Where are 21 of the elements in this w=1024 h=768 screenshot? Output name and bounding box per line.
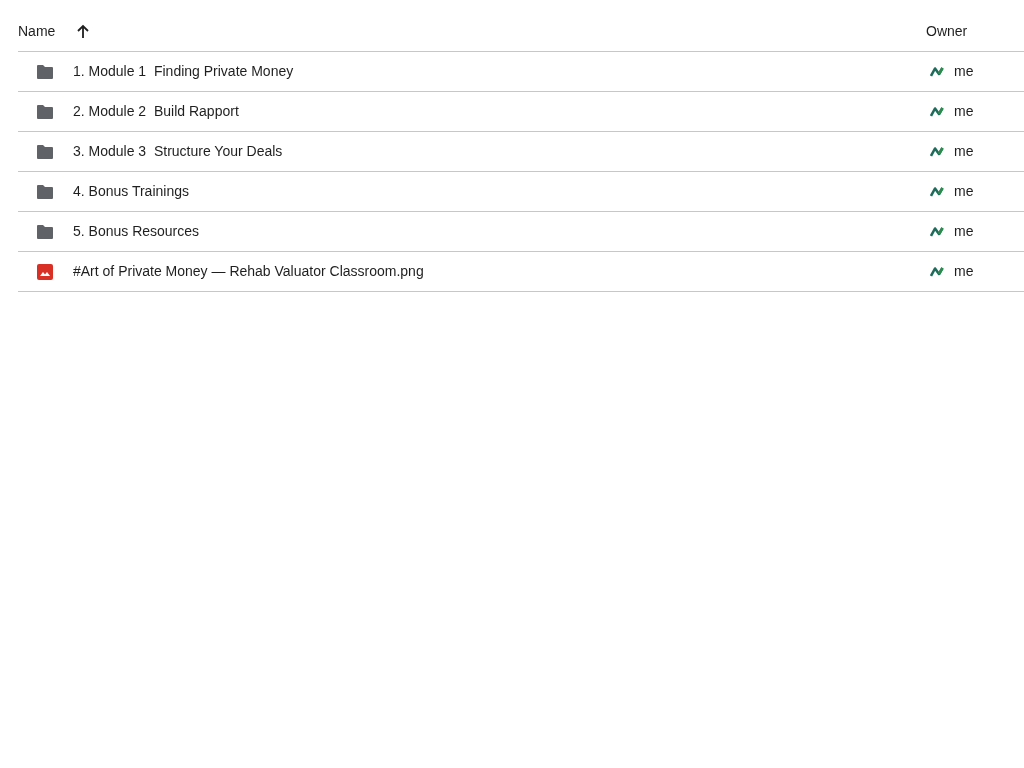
column-header[interactable]: Owner <box>926 21 968 42</box>
owner-avatar-icon <box>930 104 944 119</box>
file-name[interactable]: #Art of Private Money — Rehab Valuator Classroom.png <box>73 261 424 282</box>
owner-name: me <box>954 62 974 81</box>
owner-name: me <box>954 222 974 241</box>
owner-name: me <box>954 182 974 201</box>
owner-avatar-icon <box>930 264 944 279</box>
file-name[interactable]: 3. Module 3 Structure Your Deals <box>73 141 283 162</box>
file-name[interactable]: 2. Module 2 Build Rapport <box>73 101 239 122</box>
owner-avatar-icon <box>930 224 944 239</box>
image-icon <box>35 261 55 282</box>
owner-avatar-icon <box>930 184 944 199</box>
owner-name: me <box>954 102 974 121</box>
file-name[interactable]: 4. Bonus Trainings <box>73 181 189 202</box>
file-name[interactable]: 1. Module 1 Finding Private Money <box>73 61 294 82</box>
column-header[interactable]: Name <box>18 21 56 42</box>
owner-name: me <box>954 262 974 281</box>
owner-avatar-icon <box>930 64 944 79</box>
owner-avatar-icon <box>930 144 944 159</box>
owner-name: me <box>954 142 974 161</box>
file-name[interactable]: 5. Bonus Resources <box>73 221 200 242</box>
